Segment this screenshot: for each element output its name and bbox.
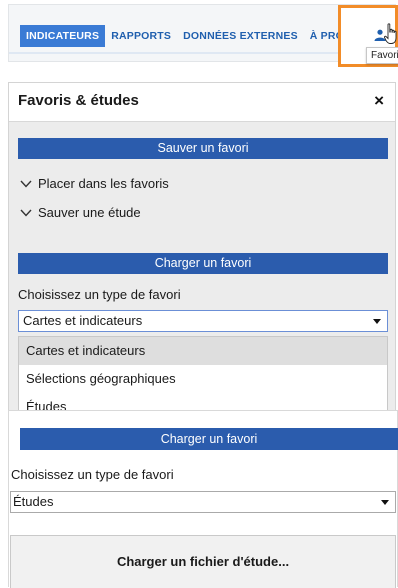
favorites-panel-header: Favoris & études × bbox=[9, 83, 395, 122]
save-study-expander[interactable]: Sauver une étude bbox=[20, 205, 141, 220]
select-value: Études bbox=[13, 494, 54, 509]
hand-pointer-icon bbox=[384, 23, 397, 44]
load-favorite-header: Charger un favori bbox=[20, 428, 398, 450]
expander-label: Placer dans les favoris bbox=[38, 176, 169, 191]
favorite-type-dropdown: Cartes et indicateurs Sélections géograp… bbox=[18, 336, 388, 411]
dropdown-option[interactable]: Cartes et indicateurs bbox=[19, 337, 387, 365]
close-icon[interactable]: × bbox=[374, 91, 384, 111]
favorite-type-select[interactable]: Cartes et indicateurs bbox=[18, 310, 388, 332]
save-favorite-header: Sauver un favori bbox=[18, 138, 388, 159]
expander-label: Sauver une étude bbox=[38, 205, 141, 220]
select-value: Cartes et indicateurs bbox=[23, 313, 143, 328]
panel-title: Favoris & études bbox=[18, 92, 139, 109]
caret-down-icon bbox=[373, 319, 381, 324]
load-study-file-button[interactable]: Charger un fichier d'étude... bbox=[10, 535, 396, 588]
tab-indicateurs[interactable]: INDICATEURS bbox=[20, 25, 106, 47]
load-study-panel: Charger un favori Choisissez un type de … bbox=[8, 410, 398, 588]
tab-donnees-externes[interactable]: DONNÉES EXTERNES bbox=[177, 25, 304, 47]
dropdown-option[interactable]: Sélections géographiques bbox=[19, 365, 387, 393]
nav-tab-list: INDICATEURS RAPPORTS DONNÉES EXTERNES À … bbox=[20, 25, 382, 47]
chevron-down-icon bbox=[20, 209, 32, 217]
add-to-favorites-expander[interactable]: Placer dans les favoris bbox=[20, 176, 169, 191]
chevron-down-icon bbox=[20, 180, 32, 188]
tab-rapports[interactable]: RAPPORTS bbox=[105, 25, 177, 47]
favorites-tooltip: Favoris bbox=[366, 47, 398, 64]
favorites-panel: Favoris & études × Sauver un favori Plac… bbox=[8, 82, 396, 412]
favorite-type-select[interactable]: Études bbox=[10, 491, 396, 513]
load-favorite-header: Charger un favori bbox=[18, 253, 388, 274]
favorite-type-label: Choisissez un type de favori bbox=[18, 287, 181, 302]
favorite-type-label: Choisissez un type de favori bbox=[11, 467, 174, 482]
caret-down-icon bbox=[381, 500, 389, 505]
